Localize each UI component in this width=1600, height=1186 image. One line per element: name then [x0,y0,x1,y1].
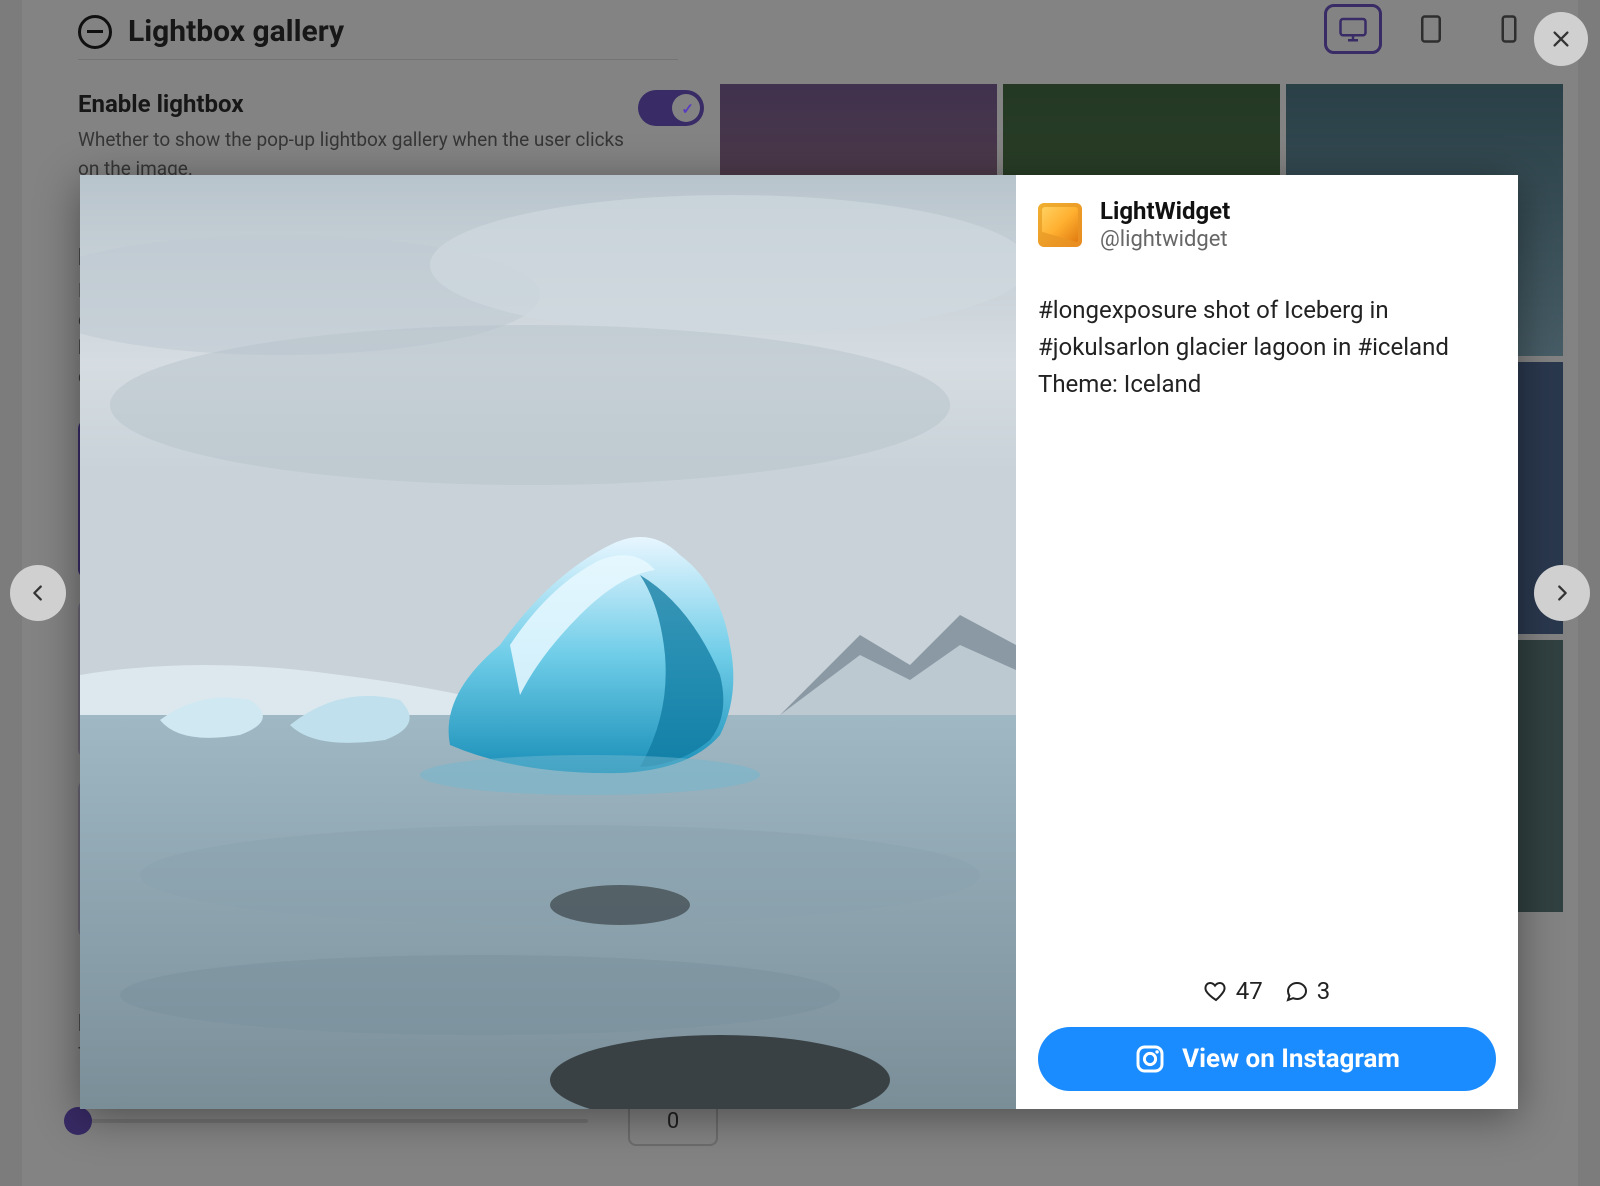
comments-count: 3 [1317,977,1331,1005]
chevron-left-icon [27,582,49,604]
post-caption: #longexposure shot of Iceberg in #jokuls… [1038,292,1496,404]
iceberg-photo [80,175,1016,1109]
chevron-right-icon [1551,582,1573,604]
post-stats: 47 3 [1038,977,1496,1005]
author-handle[interactable]: @lightwidget [1100,227,1230,252]
comments-stat: 3 [1285,977,1331,1005]
prev-image-button[interactable] [10,565,66,621]
comment-icon [1285,979,1309,1003]
heart-icon [1204,979,1228,1003]
author-avatar[interactable] [1038,203,1082,247]
close-lightbox-button[interactable] [1534,12,1588,66]
cta-label: View on Instagram [1182,1044,1400,1074]
author-name[interactable]: LightWidget [1100,197,1230,225]
close-icon [1550,28,1572,50]
lightbox-sidebar: LightWidget @lightwidget #longexposure s… [1016,175,1518,1109]
likes-count: 47 [1236,977,1263,1005]
likes-stat: 47 [1204,977,1263,1005]
lightbox-modal: LightWidget @lightwidget #longexposure s… [80,175,1518,1109]
lightbox-image [80,175,1016,1109]
instagram-icon [1134,1043,1166,1075]
author-block: LightWidget @lightwidget [1038,197,1496,252]
view-on-instagram-button[interactable]: View on Instagram [1038,1027,1496,1091]
next-image-button[interactable] [1534,565,1590,621]
